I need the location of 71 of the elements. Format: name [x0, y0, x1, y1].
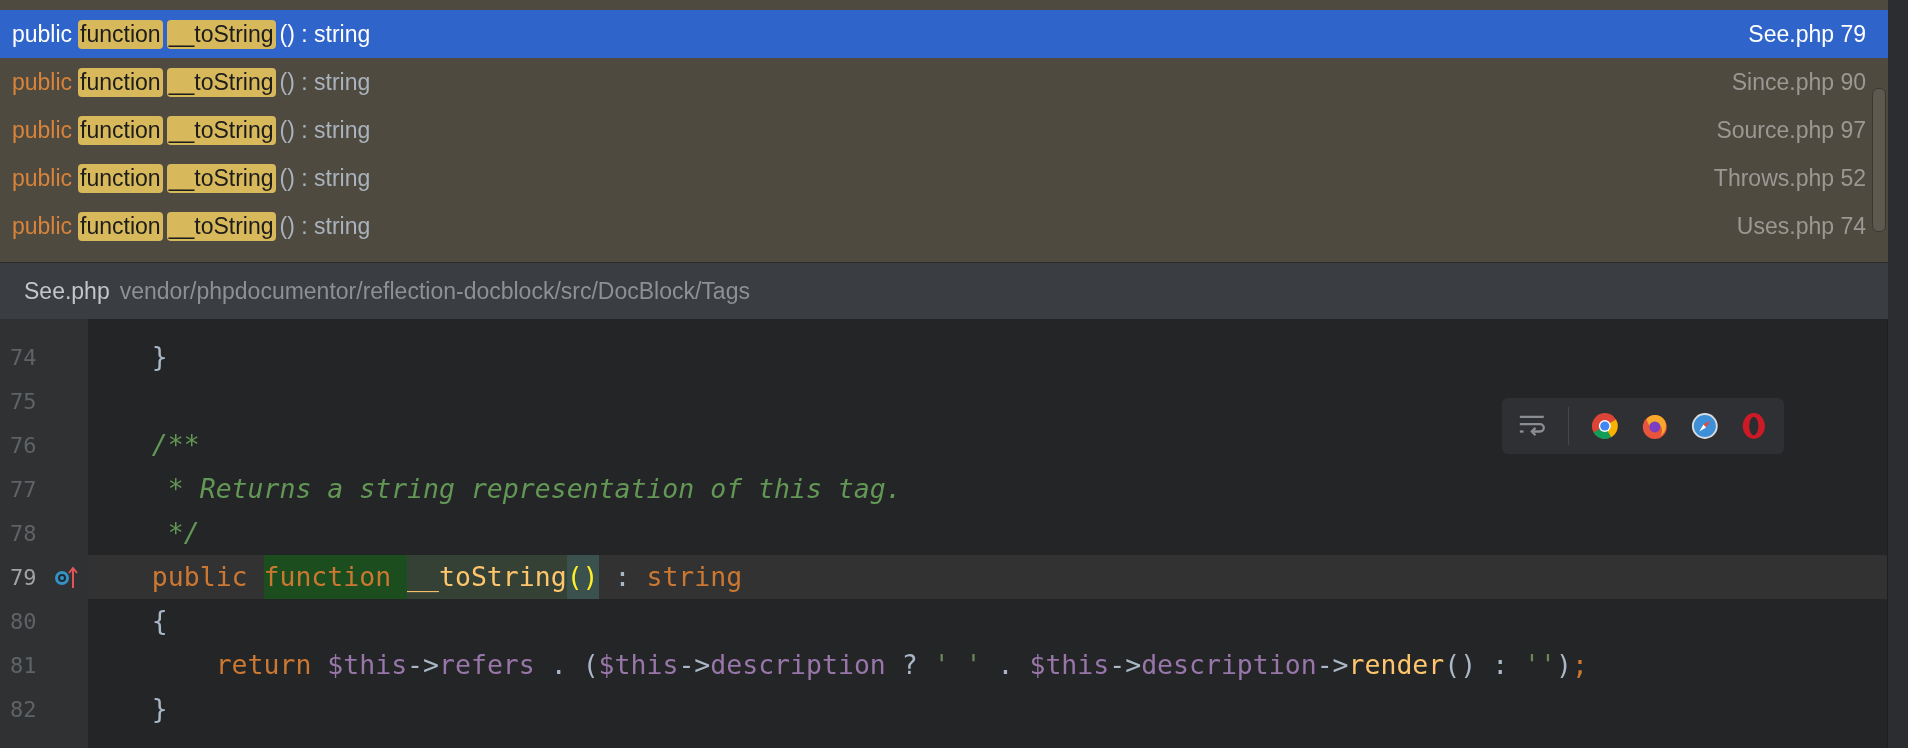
- code-token: __toString: [407, 555, 567, 599]
- code-token: $this: [598, 648, 679, 682]
- code-token: ): [1556, 648, 1572, 682]
- signature-text: () : string: [279, 20, 371, 48]
- signature-text: public: [12, 20, 73, 48]
- code-comment: * Returns a string representation of this tag.: [166, 472, 902, 506]
- code-token: $this: [1029, 648, 1110, 682]
- safari-icon[interactable]: [1690, 411, 1719, 441]
- code-token: (): [566, 555, 599, 599]
- line-number: 79: [9, 564, 38, 590]
- signature-text: () : string: [279, 212, 371, 240]
- code-token: string: [646, 560, 743, 594]
- search-result-row[interactable]: public function __toString () : string Since.php 90: [0, 58, 1888, 106]
- code-token: {: [150, 604, 168, 638]
- code-token: }: [150, 692, 168, 726]
- signature-text: () : string: [279, 164, 371, 192]
- code-token: }: [150, 340, 168, 374]
- code-token: description: [710, 648, 886, 682]
- search-result-row[interactable]: public function __toString () : string Throws.php 52: [0, 154, 1888, 202]
- code-token: ' ': [933, 648, 982, 682]
- scrollbar-thumb[interactable]: [1872, 88, 1886, 232]
- code-token: ->: [1109, 648, 1142, 682]
- signature-text: public: [12, 68, 73, 96]
- code-token: render: [1348, 648, 1445, 682]
- search-result-row[interactable]: public function __toString () : string See.php 79: [0, 10, 1888, 58]
- opera-icon[interactable]: [1740, 411, 1768, 441]
- code-token: . (: [549, 648, 599, 682]
- code-token: '': [1524, 648, 1556, 682]
- match-highlight: function: [78, 67, 163, 97]
- code-token: :: [613, 560, 632, 594]
- match-highlight: function: [78, 19, 163, 49]
- code-token: ->: [678, 648, 711, 682]
- file-name: See.php: [24, 277, 110, 305]
- soft-wrap-icon[interactable]: [1518, 413, 1546, 439]
- code-token: return: [214, 648, 313, 682]
- match-highlight: __toString: [166, 115, 276, 145]
- search-result-row[interactable]: public function __toString () : string Source.php 97: [0, 106, 1888, 154]
- match-highlight: __toString: [166, 163, 276, 193]
- file-location: Throws.php 52: [1713, 164, 1866, 192]
- code-comment: /**: [150, 428, 200, 462]
- signature-text: public: [12, 116, 73, 144]
- signature-text: public: [12, 164, 73, 192]
- code-token: function: [263, 555, 408, 599]
- file-location: See.php 79: [1748, 20, 1866, 48]
- code-token: refers: [439, 648, 535, 682]
- chrome-icon[interactable]: [1591, 411, 1620, 441]
- file-location: Since.php 90: [1731, 68, 1866, 96]
- code-comment: */: [166, 516, 200, 550]
- match-highlight: __toString: [166, 211, 276, 241]
- match-highlight: __toString: [166, 19, 276, 49]
- code-token: () :: [1444, 648, 1510, 682]
- code-token: description: [1141, 648, 1317, 682]
- code-token: $this: [327, 648, 408, 682]
- match-highlight: function: [78, 115, 163, 145]
- match-highlight: function: [78, 163, 163, 193]
- code-token: ->: [1316, 648, 1349, 682]
- signature-text: () : string: [279, 68, 371, 96]
- file-location: Source.php 97: [1716, 116, 1866, 144]
- signature-text: public: [12, 212, 73, 240]
- code-token: ?: [900, 648, 919, 682]
- code-token: .: [996, 648, 1015, 682]
- match-highlight: function: [78, 211, 163, 241]
- match-highlight: __toString: [166, 67, 276, 97]
- code-token: public: [150, 560, 249, 594]
- file-path: vendor/phpdocumentor/reflection-docblock/src/DocBlock/Tags: [119, 277, 750, 305]
- code-token: ;: [1571, 648, 1588, 682]
- search-result-row[interactable]: public function __toString () : string Uses.php 74: [0, 202, 1888, 250]
- signature-text: () : string: [279, 116, 371, 144]
- code-token: ->: [407, 648, 440, 682]
- file-location: Uses.php 74: [1736, 212, 1866, 240]
- override-marker-icon[interactable]: [54, 565, 78, 589]
